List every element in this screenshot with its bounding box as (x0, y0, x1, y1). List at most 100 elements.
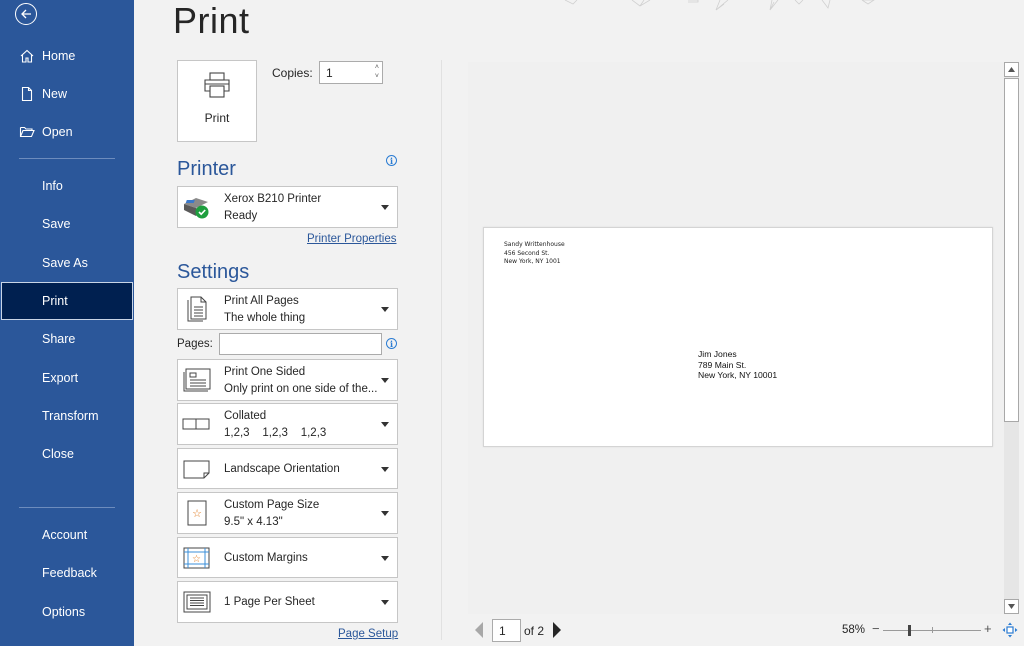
sidebar-item-options[interactable]: Options (0, 593, 134, 631)
sidebar-item-label: Print (42, 294, 68, 308)
pages-per-sheet-title: 1 Page Per Sheet (224, 596, 315, 608)
collated-icon (182, 409, 212, 439)
sidebar-divider (19, 158, 115, 159)
page-per-sheet-icon (182, 587, 212, 617)
print-button[interactable]: Print (177, 60, 257, 142)
sidebar-item-share[interactable]: Share (0, 320, 134, 358)
triangle-up-icon (1008, 67, 1015, 72)
sidebar-item-label: Info (42, 179, 63, 193)
return-address-line: New York, NY 1001 (504, 258, 561, 266)
copies-label: Copies: (272, 66, 313, 80)
printer-name: Xerox B210 Printer (224, 193, 322, 205)
collation-dropdown[interactable]: Collated 1,2,3 1,2,3 1,2,3 (177, 403, 398, 445)
sidebar-item-label: Save (42, 217, 71, 231)
back-button[interactable] (15, 3, 37, 25)
zoom-to-page-icon[interactable] (1002, 622, 1018, 638)
copies-input[interactable]: 1 ˄ ˅ (319, 61, 383, 84)
return-address-line: 456 Second St. (504, 249, 550, 257)
printer-dropdown[interactable]: Xerox B210 Printer Ready (177, 186, 398, 228)
chevron-down-icon (381, 466, 389, 472)
sidebar-item-label: Home (42, 49, 76, 63)
page-title: Print (173, 0, 250, 41)
preview-scrollbar[interactable] (1004, 62, 1019, 614)
chevron-down-icon (381, 307, 389, 312)
settings-heading: Settings (177, 261, 250, 283)
printer-status: Ready (224, 210, 258, 222)
recipient-address-line: Jim Jones (698, 349, 737, 359)
page-count-label: of 2 (524, 624, 545, 638)
orientation-title: Landscape Orientation (224, 462, 340, 475)
spin-down-icon[interactable]: ˅ (375, 72, 379, 81)
collation-subtitle: 1,2,3 1,2,3 1,2,3 (224, 427, 327, 439)
chevron-down-icon (381, 511, 389, 516)
triangle-down-icon (1008, 604, 1015, 609)
printer-icon (204, 72, 230, 98)
chevron-down-icon (381, 600, 389, 605)
page-size-subtitle: 9.5" x 4.13" (224, 516, 283, 528)
sidebar-item-label: Transform (42, 409, 99, 423)
sidebar-item-label: Feedback (42, 566, 97, 580)
pages-per-sheet-dropdown[interactable]: 1 Page Per Sheet (177, 581, 398, 623)
sidebar-item-label: New (42, 87, 68, 101)
sidebar-item-transform[interactable]: Transform (0, 397, 134, 435)
print-range-dropdown[interactable]: Print All Pages The whole thing (177, 288, 398, 330)
back-arrow-icon (21, 9, 31, 19)
chevron-down-icon (381, 555, 389, 561)
sidebar-item-export[interactable]: Export (0, 359, 134, 397)
recipient-address-line: New York, NY 10001 (698, 370, 778, 380)
sides-title: Print One Sided (224, 366, 306, 378)
return-address: Sandy Writtenhouse 456 Second St. New Yo… (504, 241, 565, 267)
one-sided-icon (182, 365, 212, 395)
sidebar-item-new[interactable]: New (0, 75, 134, 113)
svg-text:☆: ☆ (192, 554, 201, 565)
sidebar-item-print[interactable]: Print (1, 282, 133, 320)
pages-info-icon[interactable]: i (386, 338, 397, 349)
recipient-address-line: 789 Main St. (698, 359, 747, 370)
collation-title: Collated (224, 410, 267, 422)
recipient-address: Jim Jones 789 Main St. New York, NY 1000… (698, 349, 777, 381)
scroll-up-button[interactable] (1004, 62, 1019, 77)
sidebar-item-label: Options (42, 605, 86, 619)
sidebar-item-label: Account (42, 528, 88, 542)
sidebar-item-save-as[interactable]: Save As (0, 244, 134, 282)
margins-dropdown[interactable]: ☆ Custom Margins (177, 537, 398, 578)
sidebar-item-close[interactable]: Close (0, 435, 134, 473)
svg-text:☆: ☆ (192, 508, 202, 520)
pages-input[interactable] (219, 333, 382, 355)
zoom-out-button[interactable]: − (872, 621, 880, 636)
sidebar-item-save[interactable]: Save (0, 205, 134, 243)
sides-dropdown[interactable]: Print One Sided Only print on one side o… (177, 359, 398, 401)
sidebar-item-label: Close (42, 447, 74, 461)
sides-subtitle: Only print on one side of the... (224, 383, 378, 395)
spin-up-icon[interactable]: ˄ (375, 63, 379, 72)
printer-properties-link[interactable]: Printer Properties (307, 233, 396, 245)
sidebar-item-feedback[interactable]: Feedback (0, 554, 134, 592)
copies-spinner[interactable]: ˄ ˅ (375, 63, 379, 81)
page-setup-link[interactable]: Page Setup (338, 628, 398, 640)
zoom-slider-thumb[interactable] (908, 625, 912, 636)
decorative-origami-pattern (564, 0, 875, 11)
previous-page-button[interactable] (475, 622, 483, 638)
new-document-icon (19, 86, 35, 102)
printer-heading: Printer (177, 158, 236, 180)
next-page-button[interactable] (553, 622, 561, 638)
print-range-title: Print All Pages (224, 295, 299, 307)
sidebar-item-account[interactable]: Account (0, 516, 134, 554)
zoom-in-button[interactable]: + (984, 621, 992, 636)
scroll-down-button[interactable] (1004, 599, 1019, 614)
custom-margins-icon: ☆ (182, 543, 212, 573)
sidebar-item-open[interactable]: Open (0, 113, 134, 151)
current-page-input[interactable]: 1 (492, 619, 521, 642)
chevron-down-icon (381, 205, 389, 210)
orientation-dropdown[interactable]: Landscape Orientation (177, 448, 398, 489)
sidebar-item-home[interactable]: Home (0, 37, 134, 75)
return-address-line: Sandy Writtenhouse (504, 241, 565, 248)
printer-info-icon[interactable]: i (386, 155, 397, 166)
sidebar-item-info[interactable]: Info (0, 167, 134, 205)
home-icon (19, 48, 35, 64)
sidebar-item-label: Export (42, 371, 79, 385)
scroll-thumb[interactable] (1004, 78, 1019, 422)
page-size-dropdown[interactable]: ☆ Custom Page Size 9.5" x 4.13" (177, 492, 398, 534)
zoom-percent-label[interactable]: 58% (842, 624, 865, 636)
sidebar-item-label: Save As (42, 256, 88, 270)
